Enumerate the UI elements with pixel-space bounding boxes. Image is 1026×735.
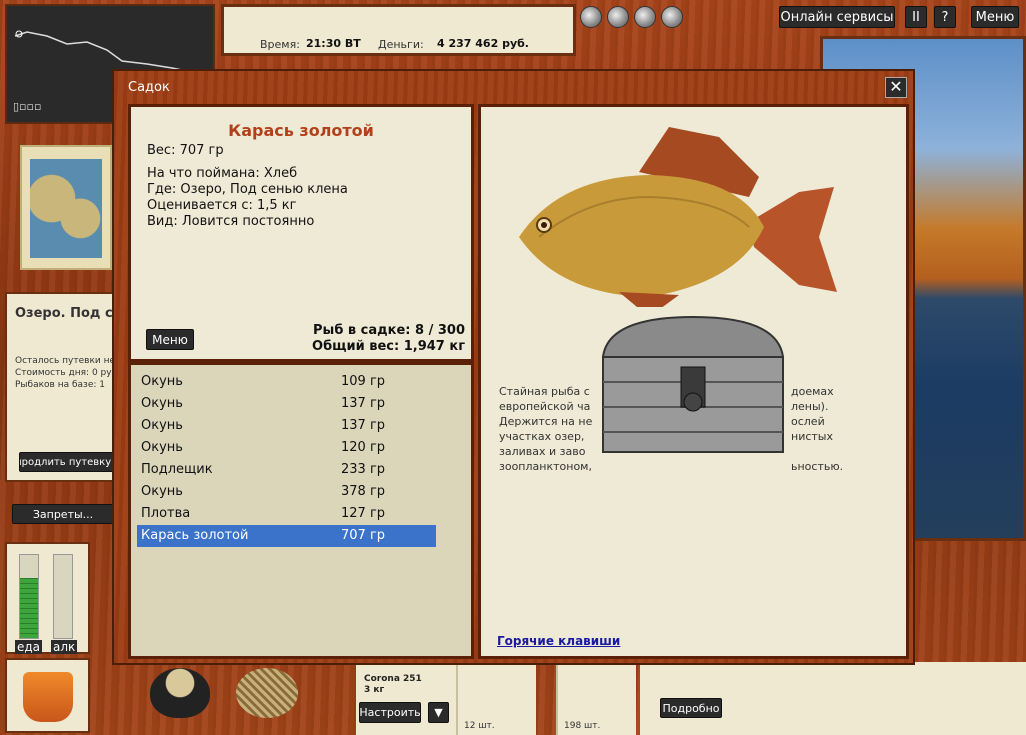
bucket-icon (23, 672, 73, 722)
fish-caught-on: На что поймана: Хлеб (147, 166, 298, 181)
alcohol-label: алк (51, 640, 78, 654)
catch-fish-weight: 127 гр (341, 506, 386, 521)
lake-info-panel: Озеро. Под се Осталось путевки не Стоимо… (5, 292, 121, 482)
extend-permit-button[interactable]: продлить путевку н (19, 452, 117, 472)
fish-description: Стайная рыба с доемах европейской ча лены).… (499, 384, 843, 474)
lake-title: Озеро. Под се (15, 306, 122, 321)
pause-button[interactable]: II (905, 6, 927, 28)
time-label: Время: (260, 38, 300, 51)
description-line: Держится на не (499, 415, 593, 428)
groundbait-pot-icon[interactable] (150, 668, 210, 718)
list-item[interactable]: Окунь 378 гр (137, 481, 436, 503)
description-line-end: ьностью. (791, 460, 844, 473)
description-line: Стайная рыба с (499, 385, 590, 398)
list-item[interactable]: Окунь 137 гр (137, 393, 436, 415)
fish-where: Где: Озеро, Под сенью клена (147, 182, 348, 197)
catch-fish-weight: 378 гр (341, 484, 386, 499)
rod-panel: Corona 251 3 кг Настроить ▼ (356, 662, 456, 735)
alcohol-meter (53, 554, 73, 639)
description-line-end: доемах (791, 385, 834, 398)
money-label: Деньги: (378, 38, 424, 51)
catch-fish-weight: 137 гр (341, 396, 386, 411)
battery-icon: ▯▫▫▫ (13, 100, 42, 113)
map-scroll[interactable] (20, 145, 112, 270)
food-label: еда (15, 640, 43, 654)
fish-detail-panel: Стайная рыба с доемах европейской ча лены).… (478, 104, 909, 659)
description-line-end: нистых (791, 430, 833, 443)
lure-slots (580, 6, 695, 34)
catch-fish-name: Окунь (141, 484, 183, 499)
money-value: 4 237 462 руб. (437, 37, 529, 50)
fish-valued-from: Оценивается с: 1,5 кг (147, 198, 297, 213)
bans-button[interactable]: Запреты... (12, 504, 114, 524)
lure-icon[interactable] (580, 6, 602, 28)
description-line-end: лены). (791, 400, 829, 413)
description-line: участках озер, (499, 430, 585, 443)
fish-kind: Вид: Ловится постоянно (147, 214, 315, 229)
description-line-end: ослей (791, 415, 825, 428)
online-services-button[interactable]: Онлайн сервисы (779, 6, 895, 28)
description-line: зоопланктоном, (499, 460, 592, 473)
catch-fish-weight: 120 гр (341, 440, 386, 455)
list-item[interactable]: Окунь 109 гр (137, 371, 436, 393)
list-item[interactable]: Карась золотой 707 гр (137, 525, 436, 547)
catch-fish-name: Карась золотой (141, 528, 249, 543)
close-icon[interactable]: ✕ (885, 77, 907, 98)
catch-fish-name: Окунь (141, 374, 183, 389)
fish-count: Рыб в садке: 8 / 300 (313, 323, 465, 338)
status-meters: еда алк (5, 542, 90, 654)
catch-fish-weight: 109 гр (341, 374, 386, 389)
rod-name: Corona 251 (364, 674, 422, 684)
details-panel: Подробно (640, 662, 1026, 735)
catch-fish-name: Плотва (141, 506, 191, 521)
setup-rod-button[interactable]: Настроить (359, 702, 421, 723)
fish-weight: Вес: 707 гр (147, 143, 224, 158)
catch-fish-name: Окунь (141, 418, 183, 433)
lake-map-image (30, 159, 102, 258)
rod-dropdown-button[interactable]: ▼ (428, 702, 449, 723)
lake-line-remaining: Осталось путевки не (15, 356, 116, 366)
fish-info-panel: Карась золотой Вес: 707 гр На что пойман… (128, 104, 474, 362)
catch-fish-weight: 707 гр (341, 528, 386, 543)
bait-count: 198 шт. (564, 721, 601, 731)
hook-slot[interactable]: 12 шт. (456, 662, 536, 735)
description-line: европейской ча (499, 400, 591, 413)
catch-list[interactable]: Окунь 109 гр Окунь 137 гр Окунь 137 гр Окунь 12… (128, 362, 474, 659)
help-button[interactable]: ? (934, 6, 956, 28)
hotkeys-link[interactable]: Горячие клавиши (497, 634, 620, 648)
time-money-panel: Время: 21:30 ВТ Деньги: 4 237 462 руб. (221, 4, 576, 56)
food-meter-fill (20, 578, 38, 638)
hook-count: 12 шт. (464, 721, 495, 731)
catch-fish-weight: 137 гр (341, 418, 386, 433)
food-meter (19, 554, 39, 639)
bait-slot[interactable]: 198 шт. (556, 662, 636, 735)
rod-weight: 3 кг (364, 685, 385, 695)
fish-image (519, 127, 837, 307)
lake-line-cost: Стоимость дня: 0 руб (15, 368, 118, 378)
description-line: заливах и заво (499, 445, 586, 458)
main-menu-button[interactable]: Меню (971, 6, 1019, 28)
keepnet-icon[interactable] (236, 668, 298, 718)
lure-icon[interactable] (607, 6, 629, 28)
list-item[interactable]: Окунь 120 гр (137, 437, 436, 459)
list-item[interactable]: Окунь 137 гр (137, 415, 436, 437)
catch-fish-name: Окунь (141, 440, 183, 455)
total-weight: Общий вес: 1,947 кг (312, 339, 465, 354)
details-button[interactable]: Подробно (660, 698, 722, 718)
catch-fish-name: Окунь (141, 396, 183, 411)
time-value: 21:30 ВТ (306, 37, 361, 50)
fish-menu-button[interactable]: Меню (146, 329, 194, 350)
bait-bucket[interactable] (5, 658, 90, 733)
list-item[interactable]: Плотва 127 гр (137, 503, 436, 525)
keepnet-dialog: Садок ✕ Карась золотой Вес: 707 гр На чт… (112, 69, 915, 665)
catch-fish-name: Подлещик (141, 462, 213, 477)
list-item[interactable]: Подлещик 233 гр (137, 459, 436, 481)
lure-icon[interactable] (661, 6, 683, 28)
lake-line-fishers: Рыбаков на базе: 1 (15, 380, 105, 390)
dialog-title: Садок (128, 80, 170, 95)
fish-name: Карась золотой (228, 121, 374, 140)
catch-fish-weight: 233 гр (341, 462, 386, 477)
lure-icon[interactable] (634, 6, 656, 28)
